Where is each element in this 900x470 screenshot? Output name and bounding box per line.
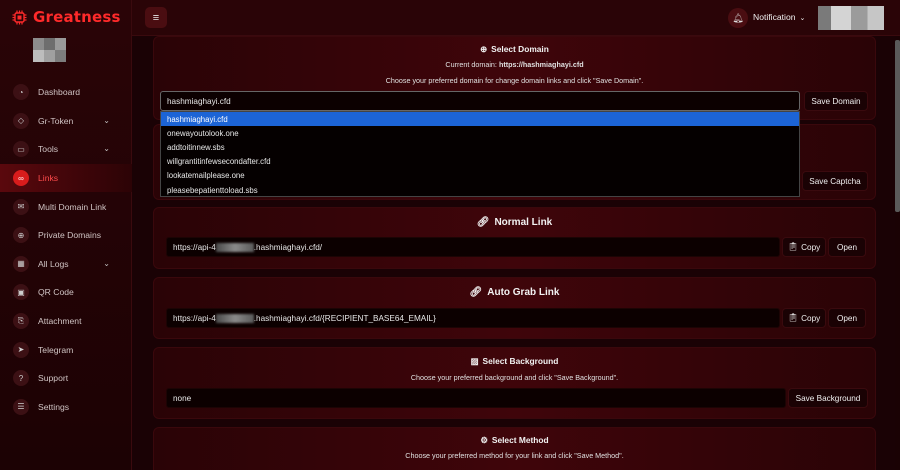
sidebar-item-all-logs[interactable]: ▦ All Logs ⌄: [0, 250, 132, 279]
redacted-segment: [215, 313, 254, 323]
qr-icon: ▣: [13, 284, 29, 301]
clipboard-icon: 📋︎: [787, 313, 799, 322]
brand[interactable]: Greatness: [12, 8, 121, 26]
link-icon: ∞: [13, 170, 29, 187]
select-method-card: ⚙︎ Select Method Choose your preferred me…: [153, 427, 876, 470]
save-domain-button[interactable]: Save Domain: [804, 91, 868, 111]
telegram-icon: ➤: [13, 341, 29, 358]
select-domain-title: ⊕ Select Domain: [480, 44, 549, 54]
sidebar-item-multi-domain-link[interactable]: ✉ Multi Domain Link: [0, 192, 132, 221]
globe-icon: ⊕: [13, 227, 29, 244]
current-domain-text: Current domain: https://hashmiaghayi.cfd: [445, 60, 584, 69]
sidebar-item-settings[interactable]: ☰ Settings: [0, 393, 132, 422]
open-button[interactable]: Open: [828, 308, 866, 328]
select-background-instruction: Choose your preferred background and cli…: [410, 373, 619, 382]
dropdown-option[interactable]: pleasebepatienttoload.sbs: [161, 183, 799, 197]
grid-icon: ▦: [13, 255, 29, 272]
auto-grab-link-card: 🔗︎ Auto Grab Link https://api-4 .hashmiagh…: [153, 277, 876, 339]
dashboard-icon: ◔: [13, 84, 29, 101]
sidebar-item-label: Private Domains: [38, 230, 102, 241]
user-avatar[interactable]: [818, 6, 884, 30]
dropdown-option[interactable]: willgrantitinfewsecondafter.cfd: [161, 155, 799, 169]
normal-link-title: 🔗︎ Normal Link: [476, 217, 553, 228]
dropdown-option[interactable]: lookatemailplease.one: [161, 169, 799, 183]
sidebar-item-gr-token[interactable]: ◇ Gr-Token ⌄: [0, 107, 132, 136]
sidebar-item-label: Support: [38, 373, 69, 384]
sidebar-item-label: Telegram: [38, 344, 74, 355]
sidebar-item-dashboard[interactable]: ◔ Dashboard: [0, 78, 132, 107]
auto-grab-link-title: 🔗︎ Auto Grab Link: [469, 287, 560, 298]
question-icon: ?: [13, 370, 29, 387]
sidebar-item-label: Gr-Token: [38, 115, 74, 126]
menu-toggle-button[interactable]: ≡: [145, 7, 167, 28]
chevron-down-icon: ⌄: [103, 258, 110, 268]
sidebar-item-telegram[interactable]: ➤ Telegram: [0, 335, 132, 364]
select-method-instruction: Choose your preferred method for your li…: [405, 451, 624, 460]
dropdown-option[interactable]: hashmiaghayi.cfd: [161, 112, 799, 127]
scrollbar-thumb[interactable]: [895, 40, 900, 212]
sidebar-item-label: Tools: [38, 144, 59, 155]
diamond-icon: ◇: [13, 112, 29, 129]
sidebar-item-private-domains[interactable]: ⊕ Private Domains: [0, 221, 132, 250]
mail-icon: ✉: [13, 198, 29, 215]
sidebar-item-links[interactable]: ∞ Links: [0, 163, 132, 193]
domain-dropdown-list: hashmiaghayi.cfd onewayoutolook.one addt…: [160, 111, 800, 197]
dropdown-option[interactable]: onewayoutolook.one: [161, 126, 799, 140]
link-icon: 🔗︎: [476, 217, 490, 228]
sidebar-item-label: Settings: [38, 401, 70, 412]
sidebar-item-label: All Logs: [38, 258, 69, 269]
paperclip-icon: ⎘: [13, 313, 29, 330]
copy-button[interactable]: 📋︎ Copy: [782, 237, 826, 257]
normal-link-card: 🔗︎ Normal Link https://api-4 .hashmiaghayi…: [153, 207, 876, 269]
redacted-segment: [215, 242, 254, 252]
sidebar-item-support[interactable]: ? Support: [0, 364, 132, 393]
chevron-down-icon: ⌄: [103, 115, 110, 125]
save-captcha-button[interactable]: Save Captcha: [802, 171, 868, 191]
sidebar-item-label: Attachment: [38, 316, 82, 327]
select-background-card: ▨ Select Background Choose your preferred…: [153, 347, 876, 419]
notification-dropdown[interactable]: Notification ⌄: [753, 12, 805, 22]
brand-name: Greatness: [33, 8, 121, 26]
notification-label: Notification: [753, 12, 796, 22]
select-method-title: ⚙︎ Select Method: [480, 435, 549, 445]
chevron-down-icon: ⌄: [799, 15, 806, 22]
laptop-icon: ▭: [13, 141, 29, 158]
copy-button[interactable]: 📋︎ Copy: [782, 308, 826, 328]
sidebar-item-label: Links: [38, 173, 59, 184]
hamburger-icon: ≡: [152, 11, 160, 24]
normal-link-field[interactable]: https://api-4 .hashmiaghayi.cfd/: [166, 237, 780, 257]
sidebar-item-label: Multi Domain Link: [38, 201, 107, 212]
save-background-button[interactable]: Save Background: [788, 388, 868, 408]
sidebar-item-tools[interactable]: ▭ Tools ⌄: [0, 135, 132, 164]
sidebar-avatar: [33, 38, 66, 62]
select-background-title: ▨ Select Background: [470, 356, 559, 366]
background-select[interactable]: none: [166, 388, 786, 408]
sidebar-nav: ◔ Dashboard ◇ Gr-Token ⌄ ▭ Tools ⌄ ∞ Lin…: [0, 78, 132, 421]
select-domain-card: ⊕ Select Domain Current domain: https://h…: [153, 36, 876, 120]
link-icon: 🔗︎: [469, 287, 483, 298]
current-domain-value: https://hashmiaghayi.cfd: [498, 60, 584, 69]
globe-icon: ⊕: [480, 44, 488, 54]
sidebar-item-label: Dashboard: [38, 87, 81, 98]
chevron-down-icon: ⌄: [103, 144, 110, 154]
sidebar-item-attachment[interactable]: ⎘ Attachment: [0, 307, 132, 336]
select-domain-instruction: Choose your preferred domain for change …: [385, 76, 644, 85]
image-icon: ▨: [470, 356, 479, 366]
sidebar-item-label: QR Code: [38, 287, 74, 298]
auto-grab-link-field[interactable]: https://api-4 .hashmiaghayi.cfd/{RECIPIEN…: [166, 308, 780, 328]
open-button[interactable]: Open: [828, 237, 866, 257]
clipboard-icon: 📋︎: [787, 242, 799, 251]
topbar: ≡ 🔔︎ Notification ⌄: [132, 0, 900, 36]
bell-icon[interactable]: 🔔︎: [728, 8, 748, 28]
dropdown-option[interactable]: addtoitinnew.sbs: [161, 140, 799, 154]
gear-icon: ☰: [13, 398, 29, 415]
sidebar-item-qr-code[interactable]: ▣ QR Code: [0, 278, 132, 307]
gear-icon: ⚙︎: [480, 435, 488, 445]
chip-logo-icon: [12, 10, 27, 25]
sidebar: Greatness ◔ Dashboard ◇ Gr-Token ⌄ ▭ Too…: [0, 0, 132, 470]
domain-select[interactable]: hashmiaghayi.cfd: [160, 91, 800, 111]
